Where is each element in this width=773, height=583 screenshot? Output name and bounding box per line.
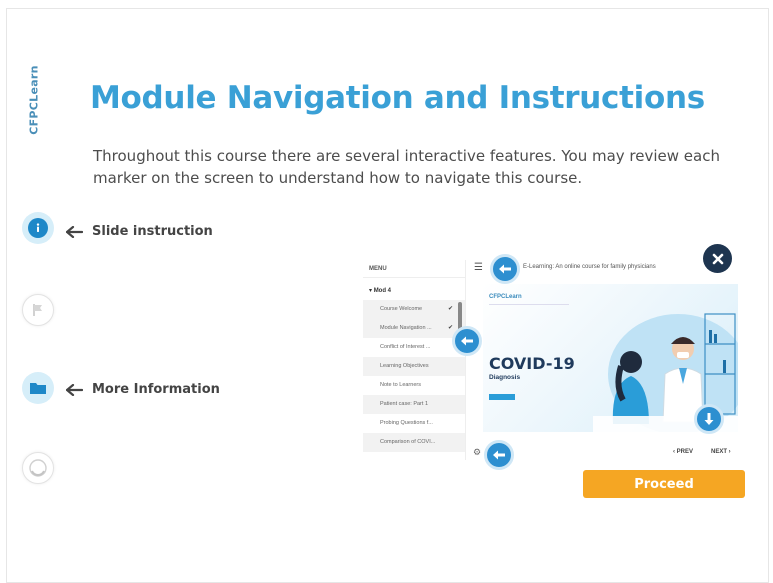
mock-menu-item: Probing Questions f... (380, 420, 433, 426)
flag-icon (33, 304, 42, 316)
mock-menu-module: ▾ Mod 4 (369, 288, 392, 294)
arrow-left-icon (493, 450, 505, 460)
arrow-left-icon (66, 225, 83, 238)
mock-course-title: E-Learning: An online course for family … (523, 264, 656, 270)
more-information-button[interactable] (22, 372, 54, 404)
mock-hero-divider (489, 304, 569, 305)
arrow-left-icon (461, 336, 473, 346)
brand-logo-text: CFPCLearn (27, 65, 41, 135)
sidebar-label-slide-instruction: Slide instruction (92, 224, 213, 239)
close-button[interactable] (703, 244, 732, 273)
mock-menu-item: Course Welcome ✔ (363, 300, 465, 319)
mock-menu-header: MENU (363, 260, 465, 278)
mock-prev: ‹ PREV (673, 449, 694, 455)
mock-menu-item: Note to Learners (380, 382, 421, 388)
arrow-left-icon (66, 383, 83, 396)
mock-hero-brand: CFPCLearn (489, 294, 522, 300)
callout-menu-marker[interactable] (490, 254, 520, 284)
arrow-down-icon (704, 413, 714, 425)
close-icon (712, 253, 723, 264)
info-icon (28, 218, 48, 238)
progress-button[interactable] (22, 452, 54, 484)
mock-next: NEXT › (711, 449, 731, 455)
settings-icon: ⚙ (473, 447, 482, 457)
brand-logo: CFPCLearn (24, 60, 44, 140)
navigation-screenshot: MENU ▾ Mod 4 Course Welcome ✔ Module Navi… (363, 244, 763, 470)
sidebar-label-more-information: More Information (92, 382, 220, 397)
mock-menu-item: Conflict of Interest ... (380, 344, 431, 350)
mock-menu-item: Module Navigation ... ✔ (363, 319, 465, 338)
mock-hero-button (489, 394, 515, 400)
mock-menu-item: Comparison of COVI... (363, 433, 465, 452)
callout-settings-marker[interactable] (484, 440, 514, 470)
more-information-label: More Information (66, 382, 220, 397)
mock-menu-item: Learning Objectives (363, 357, 465, 376)
callout-progress-marker[interactable] (452, 326, 482, 356)
proceed-button[interactable]: Proceed (583, 470, 745, 498)
folder-icon (28, 378, 48, 398)
mock-menu-item: Patient case: Part 1 (363, 395, 465, 414)
flag-button[interactable] (22, 294, 54, 326)
callout-nav-marker[interactable] (694, 404, 724, 434)
slide-instruction-label: Slide instruction (66, 224, 213, 239)
mock-menu-panel: MENU ▾ Mod 4 Course Welcome ✔ Module Navi… (363, 260, 466, 460)
arrow-left-icon (499, 264, 511, 274)
mock-hero-subtitle: Diagnosis (489, 374, 521, 381)
page-title: Module Navigation and Instructions (90, 80, 705, 116)
hamburger-icon: ☰ (474, 262, 483, 273)
intro-text: Throughout this course there are several… (93, 147, 720, 187)
mock-hero-title: COVID-19 (489, 354, 575, 373)
progress-icon (29, 459, 47, 477)
slide-instruction-button[interactable] (22, 212, 54, 244)
